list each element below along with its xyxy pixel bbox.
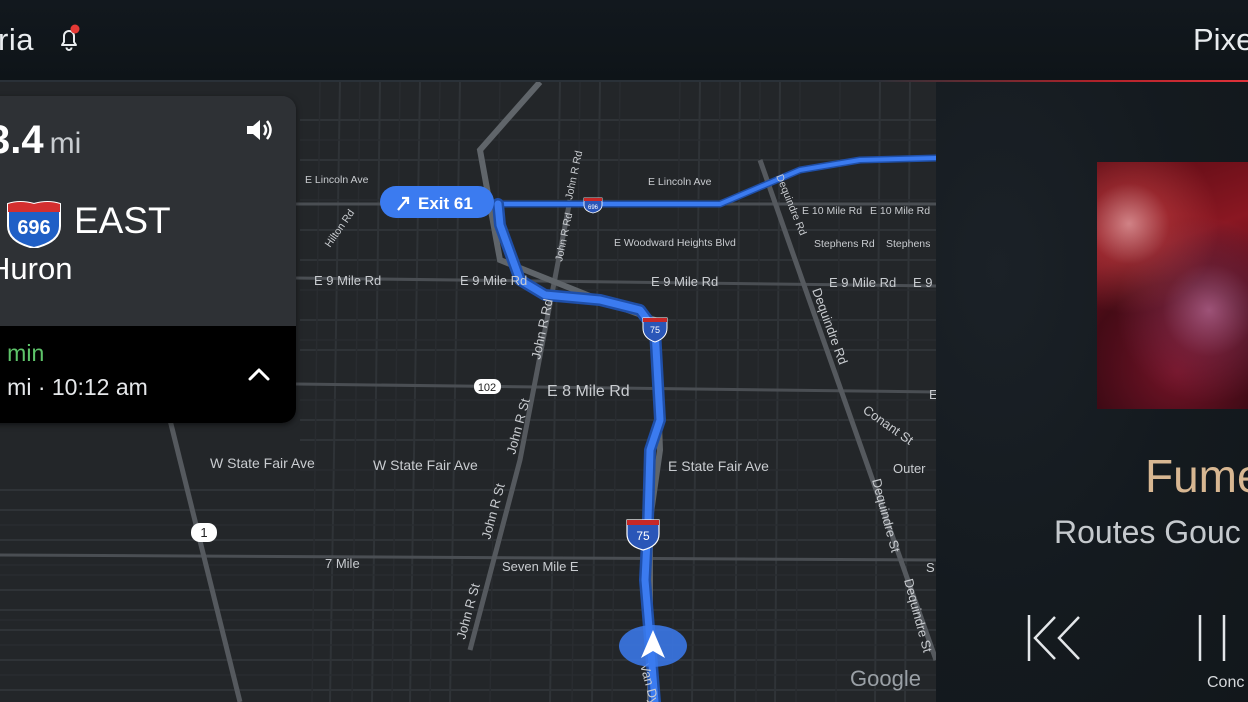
label-e-9-mile: E 9 Mile Rd bbox=[829, 275, 896, 290]
notification-dot bbox=[70, 24, 80, 34]
user-name-label: ria bbox=[0, 22, 34, 57]
label-e-state-fair: E State Fair Ave bbox=[668, 458, 769, 474]
chevron-up-icon[interactable] bbox=[244, 362, 274, 386]
label-stephens: Stephens bbox=[886, 238, 930, 250]
svg-text:75: 75 bbox=[636, 529, 650, 543]
i75-shield-icon: 75 bbox=[642, 317, 668, 343]
distance-value: 3.4 bbox=[0, 118, 44, 162]
track-title: Fume bbox=[1145, 450, 1248, 502]
i696-small-shield-icon: 696 bbox=[583, 197, 603, 214]
pause-icon[interactable] bbox=[1194, 613, 1230, 663]
svg-text:Exit 61: Exit 61 bbox=[418, 194, 473, 213]
device-name-label: Pixe bbox=[1193, 22, 1248, 57]
status-bar: ria Pixe bbox=[0, 0, 1248, 82]
svg-text:102: 102 bbox=[478, 382, 496, 394]
skip-previous-icon[interactable] bbox=[1025, 613, 1085, 663]
label-seven-mile-e: Seven Mile E bbox=[502, 559, 579, 574]
label-e-9-mile: E 9 Mile Rd bbox=[314, 273, 381, 288]
label-e-9-mile: E 9 I bbox=[913, 275, 936, 290]
label-e-10-mile: E 10 Mile Rd bbox=[802, 205, 862, 217]
notification-bell-icon[interactable] bbox=[54, 24, 84, 54]
label-e-lincoln-ave: E Lincoln Ave bbox=[648, 176, 712, 188]
vehicle-position-icon bbox=[619, 625, 687, 667]
speaker-icon[interactable] bbox=[244, 116, 276, 144]
label-e-8-mile: E 8 Mile Rd bbox=[547, 383, 630, 400]
eta-distance-arrival: 0 mi · 10:12 am bbox=[0, 374, 148, 400]
label-edge-s: S bbox=[926, 560, 935, 575]
route-102-shield-icon: 102 bbox=[474, 379, 501, 394]
maneuver-distance: 3.4mi bbox=[0, 118, 81, 163]
label-van-dyke: Van Dyke bbox=[637, 662, 666, 702]
svg-text:75: 75 bbox=[650, 325, 660, 335]
label-e-woodward-heights: E Woodward Heights Blvd bbox=[614, 237, 736, 249]
label-outer: Outer bbox=[893, 461, 926, 476]
maneuver-section: 3.4mi 696 EAST Huron bbox=[0, 96, 296, 326]
google-attribution: Google bbox=[850, 666, 921, 691]
svg-text:696: 696 bbox=[588, 205, 599, 211]
track-artist: Routes Gouc bbox=[1054, 514, 1241, 550]
turn-by-turn-card[interactable]: 3.4mi 696 EAST Huron 2 min 0 mi · 10:12 … bbox=[0, 96, 296, 423]
label-e-8-mile-edge: E bbox=[929, 387, 936, 402]
i75-shield-icon: 75 bbox=[626, 519, 660, 551]
album-art[interactable] bbox=[1097, 162, 1248, 409]
label-john-r-rd: John R Rd bbox=[563, 149, 585, 200]
label-e-9-mile: E 9 Mile Rd bbox=[460, 273, 527, 288]
label-e-9-mile: E 9 Mile Rd bbox=[651, 274, 718, 289]
label-e-10-mile: E 10 Mile Rd bbox=[870, 205, 930, 217]
exit-callout: Exit 61 bbox=[380, 186, 494, 218]
label-e-lincoln-ave: E Lincoln Ave bbox=[305, 174, 369, 186]
svg-text:696: 696 bbox=[17, 217, 50, 239]
svg-text:1: 1 bbox=[200, 525, 207, 540]
direction-label: EAST bbox=[74, 200, 171, 241]
label-w-state-fair: W State Fair Ave bbox=[210, 455, 315, 471]
label-7-mile: 7 Mile bbox=[325, 556, 360, 571]
pause-label: Conc bbox=[1207, 674, 1245, 691]
route-1-shield-icon: 1 bbox=[191, 523, 217, 542]
eta-time: 2 min bbox=[0, 340, 45, 366]
label-w-state-fair: W State Fair Ave bbox=[373, 457, 478, 473]
label-stephens-rd: Stephens Rd bbox=[814, 238, 875, 250]
media-player: Fume Routes Gouc Conc bbox=[936, 82, 1248, 702]
toward-label: Huron bbox=[0, 251, 73, 286]
interstate-shield-icon: 696 bbox=[7, 201, 61, 248]
label-dequindre-st: Dequindre St bbox=[869, 477, 903, 555]
label-john-r-rd: John R Rd bbox=[528, 297, 555, 360]
label-hilton-rd: Hilton Rd bbox=[323, 207, 358, 249]
eta-section[interactable]: 2 min 0 mi · 10:12 am bbox=[0, 326, 296, 423]
distance-unit: mi bbox=[49, 127, 82, 160]
